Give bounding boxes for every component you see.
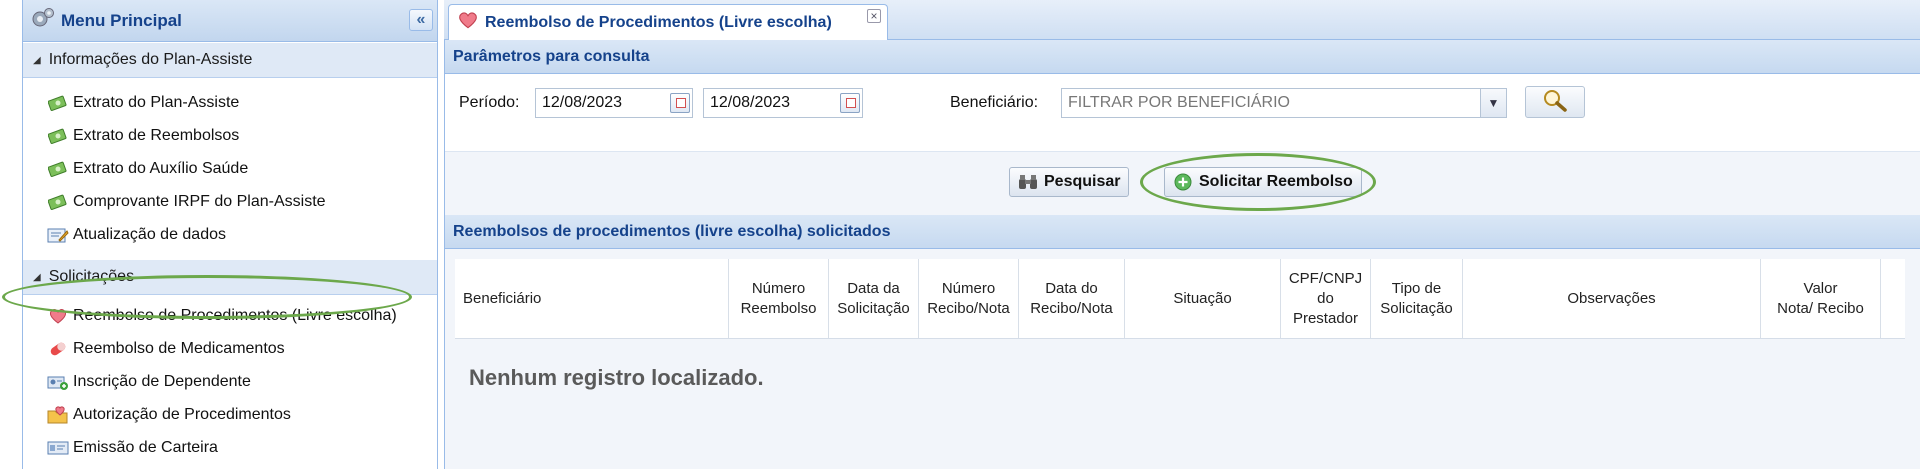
column-header-data-recibo[interactable]: Data do Recibo/Nota <box>1019 259 1125 338</box>
sidebar-item-label: Reembolso de Procedimentos (Livre escolh… <box>73 306 397 324</box>
params-panel-title: Parâmetros para consulta <box>445 40 1920 74</box>
sidebar-item-label: Emissão de Carteira <box>73 438 218 456</box>
column-header-numero-recibo[interactable]: Número Recibo/Nota <box>919 259 1019 338</box>
money-icon <box>47 192 69 212</box>
gears-icon <box>31 7 55 34</box>
params-form: Período: 12/08/2023 12/08/2023 Beneficiá… <box>445 74 1920 152</box>
sidebar-item-extrato-auxilio-saude[interactable]: Extrato do Auxílio Saúde <box>23 152 437 185</box>
grid-header-row: Beneficiário Número Reembolso Data da So… <box>455 259 1905 339</box>
empty-message: Nenhum registro localizado. <box>469 365 764 390</box>
sidebar-item-emissao-carteira[interactable]: Emissão de Carteira <box>23 431 437 464</box>
sidebar-item-label: Inscrição de Dependente <box>73 372 251 390</box>
group-label: Informações do Plan-Assiste <box>48 51 253 68</box>
folder-heart-icon <box>47 405 69 425</box>
calendar-icon[interactable] <box>670 93 690 113</box>
tab-bar: Reembolso de Procedimentos (Livre escolh… <box>444 0 1920 40</box>
results-grid: Reembolsos de procedimentos (livre escol… <box>445 215 1920 469</box>
sidebar-group-solicitacoes[interactable]: ◢ Solicitações <box>23 259 437 295</box>
expanded-triangle-icon: ◢ <box>33 271 41 283</box>
beneficiario-placeholder: FILTRAR POR BENEFICIÁRIO <box>1068 94 1290 111</box>
column-header-tipo-solicitacao[interactable]: Tipo de Solicitação <box>1371 259 1463 338</box>
filter-search-button[interactable] <box>1525 86 1585 118</box>
expanded-triangle-icon: ◢ <box>33 54 41 66</box>
sidebar-item-autorizacao-procedimentos[interactable]: Autorização de Procedimentos <box>23 398 437 431</box>
group-label: Solicitações <box>48 268 135 285</box>
solicitar-reembolso-label: Solicitar Reembolso <box>1199 173 1353 190</box>
sidebar-item-label: Extrato do Auxílio Saúde <box>73 159 249 177</box>
pesquisar-label: Pesquisar <box>1044 173 1121 190</box>
binoculars-icon <box>1018 173 1038 191</box>
sidebar-item-atualizacao-dados[interactable]: Atualização de dados <box>23 218 437 251</box>
column-header-observacoes[interactable]: Observações <box>1463 259 1761 338</box>
column-header-valor[interactable]: Valor Nota/ Recibo <box>1761 259 1881 338</box>
money-icon <box>47 126 69 146</box>
pill-icon <box>47 339 69 359</box>
sidebar-item-inscricao-dependente[interactable]: Inscrição de Dependente <box>23 365 437 398</box>
pesquisar-button[interactable]: Pesquisar <box>1009 167 1130 197</box>
magnifier-icon <box>1542 88 1568 117</box>
sidebar-item-extrato-reembolsos[interactable]: Extrato de Reembolsos <box>23 119 437 152</box>
sidebar-item-reembolso-procedimentos[interactable]: Reembolso de Procedimentos (Livre escolh… <box>23 299 437 332</box>
grid-title: Reembolsos de procedimentos (livre escol… <box>445 215 1920 249</box>
heart-icon <box>457 10 479 35</box>
date-from-field[interactable]: 12/08/2023 <box>535 88 693 118</box>
sidebar-item-label: Autorização de Procedimentos <box>73 405 291 423</box>
sidebar-item-label: Comprovante IRPF do Plan-Assiste <box>73 192 326 210</box>
tab-reembolso-procedimentos[interactable]: Reembolso de Procedimentos (Livre escolh… <box>448 4 888 40</box>
sidebar-group-informacoes[interactable]: ◢ Informações do Plan-Assiste <box>23 42 437 78</box>
sidebar-item-label: Extrato do Plan-Assiste <box>73 93 240 111</box>
sidebar-item-label: Extrato de Reembolsos <box>73 126 240 144</box>
heart-icon <box>47 306 69 326</box>
periodo-label: Período: <box>459 94 520 111</box>
column-header-situacao[interactable]: Situação <box>1125 259 1281 338</box>
add-user-icon <box>47 372 69 392</box>
sidebar-item-extrato-plan-assiste[interactable]: Extrato do Plan-Assiste <box>23 86 437 119</box>
date-from-value: 12/08/2023 <box>542 94 623 111</box>
collapse-sidebar-button[interactable]: « <box>409 9 433 31</box>
tab-label: Reembolso de Procedimentos (Livre escolh… <box>485 13 832 31</box>
id-card-icon <box>47 438 69 458</box>
column-header-cpf-cnpj[interactable]: CPF/CNPJ do Prestador <box>1281 259 1371 338</box>
calendar-icon[interactable] <box>840 93 860 113</box>
column-header-data-solicitacao[interactable]: Data da Solicitação <box>829 259 919 338</box>
close-tab-icon[interactable]: × <box>867 9 881 23</box>
solicitar-reembolso-button[interactable]: Solicitar Reembolso <box>1164 167 1362 197</box>
sidebar: Menu Principal « ◢ Informações do Plan-A… <box>22 0 438 469</box>
sidebar-item-comprovante-irpf[interactable]: Comprovante IRPF do Plan-Assiste <box>23 185 437 218</box>
money-icon <box>47 93 69 113</box>
sidebar-header: Menu Principal « <box>23 0 437 42</box>
sidebar-title: Menu Principal <box>61 10 182 30</box>
column-header-beneficiario[interactable]: Beneficiário <box>455 259 729 338</box>
main-panel: Parâmetros para consulta Período: 12/08/… <box>444 40 1920 469</box>
beneficiario-label: Beneficiário: <box>950 94 1039 111</box>
money-icon <box>47 159 69 179</box>
sidebar-item-reembolso-medicamentos[interactable]: Reembolso de Medicamentos <box>23 332 437 365</box>
sidebar-item-label: Reembolso de Medicamentos <box>73 339 285 357</box>
date-to-field[interactable]: 12/08/2023 <box>703 88 863 118</box>
edit-form-icon <box>47 225 69 245</box>
action-buttons: Pesquisar Solicitar Reembolso <box>445 152 1920 210</box>
column-header-numero-reembolso[interactable]: Número Reembolso <box>729 259 829 338</box>
date-to-value: 12/08/2023 <box>710 94 791 111</box>
chevron-down-icon[interactable]: ▼ <box>1480 89 1506 117</box>
beneficiario-select[interactable]: FILTRAR POR BENEFICIÁRIO ▼ <box>1061 88 1507 118</box>
sidebar-item-label: Atualização de dados <box>73 225 226 243</box>
add-circle-icon <box>1173 172 1193 192</box>
